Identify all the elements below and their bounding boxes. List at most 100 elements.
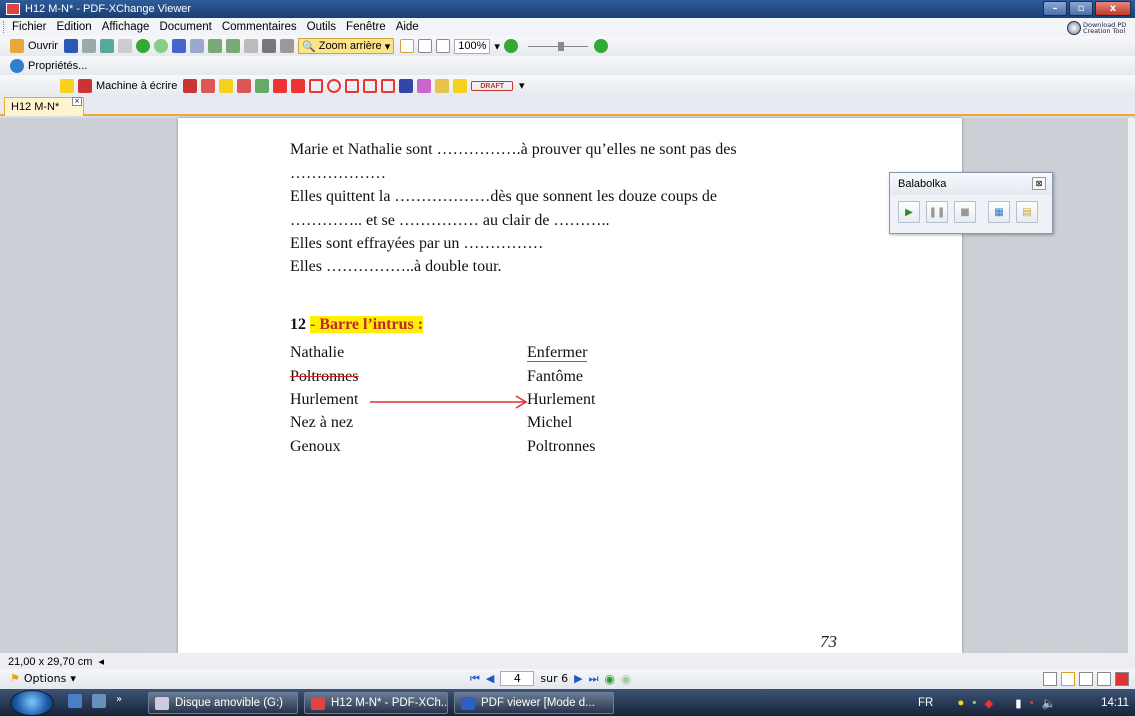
- zoom-out-button[interactable]: 🔍 Zoom arrière ▾: [297, 38, 395, 54]
- menu-fichier[interactable]: Fichier: [12, 21, 47, 33]
- tab-close-icon[interactable]: ×: [72, 97, 82, 106]
- zoom-minus-icon[interactable]: [503, 39, 518, 53]
- menu-aide[interactable]: Aide: [396, 21, 419, 33]
- show-desktop-icon[interactable]: [68, 694, 82, 708]
- vertical-scrollbar[interactable]: [1128, 118, 1135, 653]
- next-page-icon[interactable]: ▶: [574, 672, 582, 685]
- balabolka-window[interactable]: Balabolka ⊠ ▶ ❚❚ ■ ▦ ▤: [889, 172, 1053, 234]
- single-page-icon[interactable]: [1043, 672, 1057, 686]
- zoom-slider[interactable]: [527, 41, 588, 51]
- eraser-icon[interactable]: [435, 78, 450, 93]
- volume-icon[interactable]: 🔈: [1042, 696, 1056, 710]
- more-icon[interactable]: »: [116, 694, 122, 708]
- select-text-icon[interactable]: [279, 39, 294, 53]
- download-pdf-ad[interactable]: Download PD Creation Tool: [1067, 20, 1131, 35]
- actual-size-icon[interactable]: [400, 39, 415, 53]
- tray-antivirus-icon[interactable]: ◆: [984, 696, 993, 710]
- textbox-icon[interactable]: [183, 78, 198, 93]
- menu-commentaires[interactable]: Commentaires: [222, 21, 297, 33]
- forward-icon[interactable]: [153, 39, 168, 53]
- rotate-right-icon[interactable]: [225, 39, 240, 53]
- menu-edition[interactable]: Edition: [57, 21, 92, 33]
- read-clipboard-icon[interactable]: ▦: [988, 201, 1010, 223]
- pin-icon[interactable]: [399, 78, 414, 93]
- menu-fenetre[interactable]: Fenêtre: [346, 21, 386, 33]
- fit-width-icon[interactable]: [436, 39, 451, 53]
- go-back-icon[interactable]: ◉: [604, 672, 614, 686]
- scan-icon[interactable]: [99, 39, 114, 53]
- menu-affichage[interactable]: Affichage: [102, 21, 150, 33]
- maximize-button[interactable]: ▫: [1069, 1, 1093, 16]
- balabolka-close-icon[interactable]: ⊠: [1032, 177, 1046, 190]
- tray-smiley-icon[interactable]: ●: [957, 697, 964, 709]
- collapse-left-icon[interactable]: ◂: [95, 656, 105, 668]
- clock[interactable]: 14:11: [1101, 697, 1129, 709]
- taskbar-item-drive[interactable]: Disque amovible (G:): [148, 692, 298, 714]
- continuous-icon[interactable]: [1061, 672, 1075, 686]
- facing-icon[interactable]: [1079, 672, 1093, 686]
- taskbar-item-word[interactable]: PDF viewer [Mode d...: [454, 692, 614, 714]
- back-icon[interactable]: [135, 39, 150, 53]
- tray-network-icon[interactable]: ▪: [972, 697, 976, 709]
- polygon-tool-icon[interactable]: [363, 78, 378, 93]
- toolbar-grip[interactable]: [3, 21, 6, 33]
- ocr-icon[interactable]: [117, 39, 132, 53]
- underline-icon[interactable]: [255, 78, 270, 93]
- fit-page-icon[interactable]: [418, 39, 433, 53]
- facing-continuous-icon[interactable]: [1097, 672, 1111, 686]
- stop-icon[interactable]: ■: [954, 201, 976, 223]
- polygon-line-icon[interactable]: [345, 78, 360, 93]
- line-tool-icon[interactable]: [291, 78, 306, 93]
- open-button[interactable]: Ouvrir: [28, 40, 58, 52]
- start-button[interactable]: [10, 690, 54, 716]
- tray-device-icon[interactable]: ▮: [1015, 696, 1021, 710]
- zoom-slider-thumb[interactable]: [557, 41, 564, 51]
- strikeout-icon[interactable]: [237, 78, 252, 93]
- rectangle-tool-icon[interactable]: [309, 78, 324, 93]
- properties-icon[interactable]: [10, 58, 24, 73]
- open-folder-icon[interactable]: [10, 39, 24, 53]
- undo-icon[interactable]: [171, 39, 186, 53]
- arrow-tool-icon[interactable]: [273, 78, 288, 93]
- go-forward-icon[interactable]: ◉: [621, 672, 631, 686]
- zoom-plus-icon[interactable]: [593, 39, 608, 53]
- ellipse-tool-icon[interactable]: [327, 78, 342, 93]
- properties-button[interactable]: Propriétés...: [28, 60, 87, 72]
- first-page-icon[interactable]: ⏮: [470, 672, 480, 686]
- save-icon[interactable]: [63, 39, 78, 53]
- pdf-icon[interactable]: [1115, 672, 1129, 686]
- taskbar-item-pdfxchange[interactable]: H12 M-N* - PDF-XCh...: [304, 692, 448, 714]
- highlight-icon[interactable]: [219, 78, 234, 93]
- stamp-dropdown-icon[interactable]: ▾: [519, 79, 525, 92]
- typewriter-icon[interactable]: [78, 78, 92, 93]
- hand-tool-icon[interactable]: [243, 39, 258, 53]
- language-indicator[interactable]: FR: [918, 697, 933, 709]
- options-menu[interactable]: ⚑ Options ▾: [10, 672, 76, 685]
- callout-icon[interactable]: [201, 78, 216, 93]
- read-file-icon[interactable]: ▤: [1016, 201, 1038, 223]
- zoom-dropdown-icon[interactable]: ▾: [494, 40, 500, 53]
- draft-stamp[interactable]: DRAFT: [471, 80, 514, 91]
- close-button[interactable]: x: [1095, 1, 1131, 16]
- typewriter-button[interactable]: Machine à écrire: [96, 80, 177, 92]
- menu-outils[interactable]: Outils: [307, 21, 336, 33]
- pause-icon[interactable]: ❚❚: [926, 201, 948, 223]
- current-page-input[interactable]: 4: [500, 671, 535, 686]
- note-icon[interactable]: [60, 78, 74, 93]
- play-icon[interactable]: ▶: [898, 201, 920, 223]
- print-icon[interactable]: [81, 39, 96, 53]
- menu-document[interactable]: Document: [159, 21, 211, 33]
- snapshot-icon[interactable]: [261, 39, 276, 53]
- rotate-left-icon[interactable]: [207, 39, 222, 53]
- minimize-button[interactable]: –: [1043, 1, 1067, 16]
- switch-windows-icon[interactable]: [92, 694, 106, 708]
- stamp-icon[interactable]: [453, 78, 468, 93]
- last-page-icon[interactable]: ⏭: [589, 672, 599, 686]
- zoom-percent-field[interactable]: 100%: [454, 38, 491, 54]
- redo-icon[interactable]: [189, 39, 204, 53]
- pencil-icon[interactable]: [417, 78, 432, 93]
- tray-alert-icon[interactable]: ▪: [1030, 697, 1034, 709]
- previous-page-icon[interactable]: ◀: [486, 672, 494, 685]
- arrow-annotation[interactable]: [370, 395, 530, 409]
- cloud-tool-icon[interactable]: [381, 78, 396, 93]
